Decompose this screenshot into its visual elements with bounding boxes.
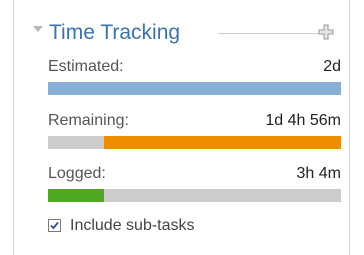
logged-label: Logged: — [48, 165, 106, 182]
logged-value: 3h 4m — [296, 165, 341, 182]
remaining-value: 1d 4h 56m — [265, 112, 341, 129]
estimated-bar — [48, 82, 341, 95]
estimated-bar-fill — [48, 82, 341, 95]
remaining-row: Remaining: 1d 4h 56m — [48, 111, 341, 155]
logged-row: Logged: 3h 4m — [48, 164, 341, 208]
plus-icon — [318, 24, 334, 40]
estimated-row: Estimated: 2d — [48, 57, 341, 101]
estimated-label: Estimated: — [48, 58, 124, 75]
header-divider — [218, 33, 318, 34]
remaining-bar — [48, 136, 341, 149]
remaining-label: Remaining: — [48, 112, 129, 129]
logged-bar — [48, 189, 341, 202]
panel-title: Time Tracking — [49, 21, 181, 44]
add-time-button[interactable] — [318, 24, 334, 40]
panel-header: Time Tracking — [14, 18, 349, 48]
remaining-bar-fill — [103, 136, 341, 149]
logged-bar-fill — [48, 189, 104, 202]
time-tracking-panel: Time Tracking Estimated: 2d Remaining: 1… — [13, 0, 350, 255]
include-subtasks-checkbox[interactable] — [48, 219, 61, 232]
include-subtasks-label[interactable]: Include sub-tasks — [70, 216, 195, 236]
collapse-triangle-icon[interactable] — [33, 26, 43, 32]
estimated-value: 2d — [323, 58, 341, 75]
checkmark-icon — [50, 221, 59, 230]
